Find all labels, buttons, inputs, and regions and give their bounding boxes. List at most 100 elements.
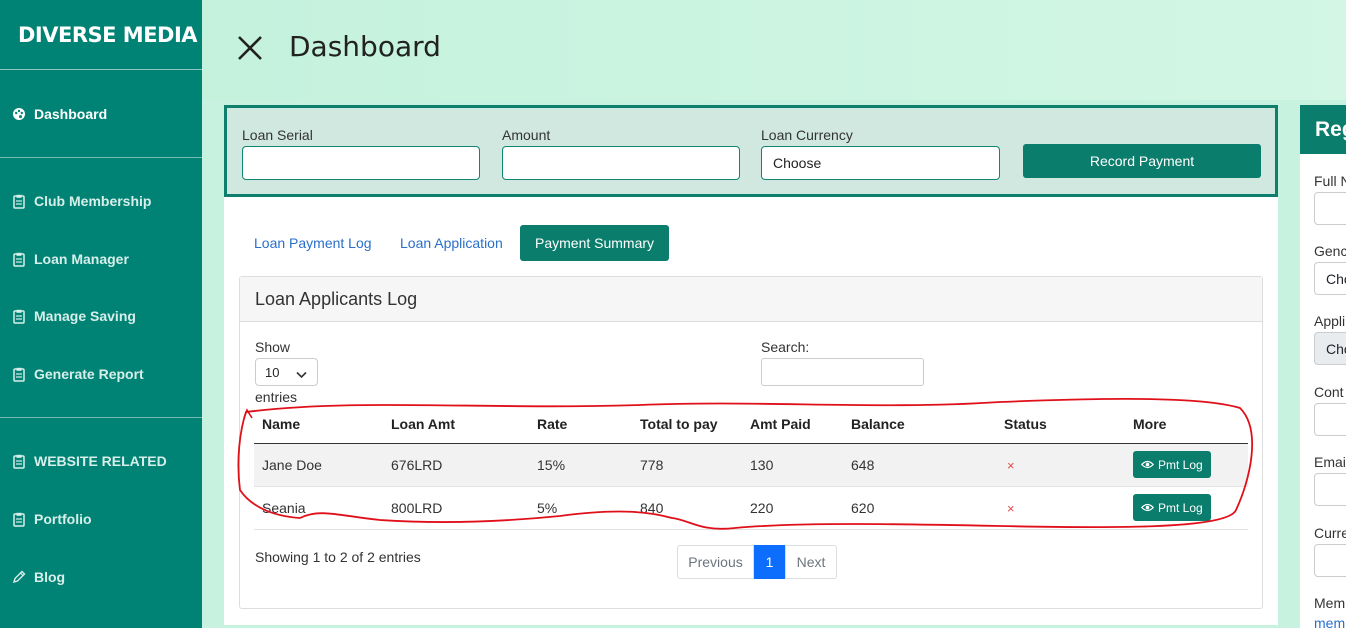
cell-loan-amt: 800LRD (383, 486, 529, 530)
pagination-previous[interactable]: Previous (677, 545, 754, 579)
cell-loan-amt: 676LRD (383, 443, 529, 487)
pmt-log-button[interactable]: Pmt Log (1133, 494, 1211, 521)
cell-status: × (996, 486, 1125, 530)
cell-balance: 620 (843, 486, 996, 530)
clipboard-icon (12, 453, 26, 469)
sidebar-item-label: Manage Saving (34, 308, 136, 324)
membership-link[interactable]: mem (1314, 615, 1345, 628)
payment-form: Loan Serial Amount Loan Currency Choose … (224, 105, 1278, 197)
sidebar-item-manage-saving[interactable]: Manage Saving (0, 306, 202, 326)
eye-icon (1141, 460, 1154, 469)
column-header[interactable]: Amt Paid (742, 405, 843, 444)
currency-label: Loan Currency (761, 127, 853, 143)
search-label: Search: (761, 339, 810, 355)
column-header[interactable]: Rate (529, 405, 632, 444)
clipboard-icon (12, 366, 26, 382)
pagination-page-1[interactable]: 1 (754, 545, 785, 579)
status-x-icon: × (1007, 500, 1015, 516)
sidebar-divider (0, 157, 202, 158)
pencil-icon (12, 569, 26, 585)
table-row: Seania 800LRD 5% 840 220 620 × Pmt Log (254, 486, 1248, 530)
loan-serial-label: Loan Serial (242, 127, 313, 143)
sidebar: DIVERSE MEDIA Dashboard Club Membership … (0, 0, 202, 628)
page-length-value: 10 (265, 364, 280, 380)
sidebar-item-label: Dashboard (34, 106, 108, 122)
membership-label: Mem (1314, 595, 1346, 611)
contact-label: Cont (1314, 384, 1344, 400)
pmt-log-button[interactable]: Pmt Log (1133, 451, 1211, 478)
cell-balance: 648 (843, 443, 996, 487)
top-header: Dashboard (202, 0, 1346, 100)
email-input[interactable] (1314, 473, 1346, 506)
page-length-select[interactable]: 10 (255, 358, 318, 386)
sidebar-item-label: Blog (34, 569, 66, 585)
column-header[interactable]: Status (996, 405, 1125, 444)
sidebar-item-website-related[interactable]: WEBSITE RELATED (0, 451, 202, 471)
entries-label: entries (255, 389, 298, 405)
clipboard-icon (12, 511, 26, 527)
column-header[interactable]: Total to pay (632, 405, 742, 444)
cell-total: 778 (632, 443, 742, 487)
amount-label: Amount (502, 127, 551, 143)
registration-panel: Reg Full N Genc Cho Appli Cho Cont Emai … (1300, 105, 1346, 628)
sidebar-item-dashboard[interactable]: Dashboard (0, 104, 202, 124)
chevron-down-icon (296, 367, 307, 382)
contact-input[interactable] (1314, 403, 1346, 436)
sidebar-item-portfolio[interactable]: Portfolio (0, 509, 202, 529)
sidebar-item-generate-report[interactable]: Generate Report (0, 364, 202, 384)
cell-paid: 130 (742, 443, 843, 487)
main-panel: Loan Serial Amount Loan Currency Choose … (224, 105, 1278, 625)
application-select[interactable]: Cho (1314, 332, 1346, 365)
clipboard-icon (12, 308, 26, 324)
sidebar-item-blog[interactable]: Blog (0, 567, 202, 587)
close-icon[interactable] (236, 34, 264, 62)
currency-label: Curre (1314, 525, 1346, 541)
column-header[interactable]: More (1125, 405, 1248, 444)
currency-input[interactable] (1314, 544, 1346, 577)
full-name-label: Full N (1314, 173, 1346, 189)
email-label: Emai (1314, 454, 1346, 470)
card-title: Loan Applicants Log (240, 277, 1262, 322)
cell-paid: 220 (742, 486, 843, 530)
sidebar-item-label: Loan Manager (34, 251, 129, 267)
clipboard-icon (12, 251, 26, 267)
sidebar-item-label: Club Membership (34, 193, 152, 209)
cell-rate: 15% (529, 443, 632, 487)
cell-name: Seania (254, 486, 383, 530)
tab-payment-summary[interactable]: Payment Summary (520, 225, 670, 261)
table-header-row: Name Loan Amt Rate Total to pay Amt Paid… (254, 405, 1248, 444)
table-info: Showing 1 to 2 of 2 entries (255, 549, 421, 565)
applicants-table: Name Loan Amt Rate Total to pay Amt Paid… (254, 405, 1248, 530)
page-title: Dashboard (289, 30, 441, 63)
full-name-input[interactable] (1314, 192, 1346, 225)
cell-rate: 5% (529, 486, 632, 530)
palette-icon (12, 106, 26, 122)
tab-loan-application[interactable]: Loan Application (400, 225, 503, 261)
cell-more: Pmt Log (1125, 443, 1248, 487)
registration-title: Reg (1300, 105, 1346, 154)
column-header[interactable]: Balance (843, 405, 996, 444)
pagination: Previous 1 Next (677, 545, 837, 579)
currency-select[interactable]: Choose (761, 146, 1000, 180)
pmt-log-label: Pmt Log (1158, 457, 1203, 472)
eye-icon (1141, 503, 1154, 512)
column-header[interactable]: Name (254, 405, 383, 444)
table-row: Jane Doe 676LRD 15% 778 130 648 × Pmt Lo… (254, 443, 1248, 487)
application-label: Appli (1314, 313, 1346, 329)
pagination-next[interactable]: Next (785, 545, 837, 579)
search-input[interactable] (761, 358, 924, 386)
tab-loan-payment-log[interactable]: Loan Payment Log (254, 225, 372, 261)
record-payment-button[interactable]: Record Payment (1023, 144, 1261, 178)
show-label: Show (255, 339, 291, 355)
loan-serial-input[interactable] (242, 146, 480, 180)
pmt-log-label: Pmt Log (1158, 500, 1203, 515)
sidebar-item-loan-manager[interactable]: Loan Manager (0, 249, 202, 269)
amount-input[interactable] (502, 146, 740, 180)
column-header[interactable]: Loan Amt (383, 405, 529, 444)
cell-name: Jane Doe (254, 443, 383, 487)
gender-select[interactable]: Cho (1314, 262, 1346, 295)
brand-logo[interactable]: DIVERSE MEDIA (0, 0, 202, 70)
sidebar-item-club-membership[interactable]: Club Membership (0, 191, 202, 211)
gender-label: Genc (1314, 243, 1346, 259)
cell-total: 840 (632, 486, 742, 530)
